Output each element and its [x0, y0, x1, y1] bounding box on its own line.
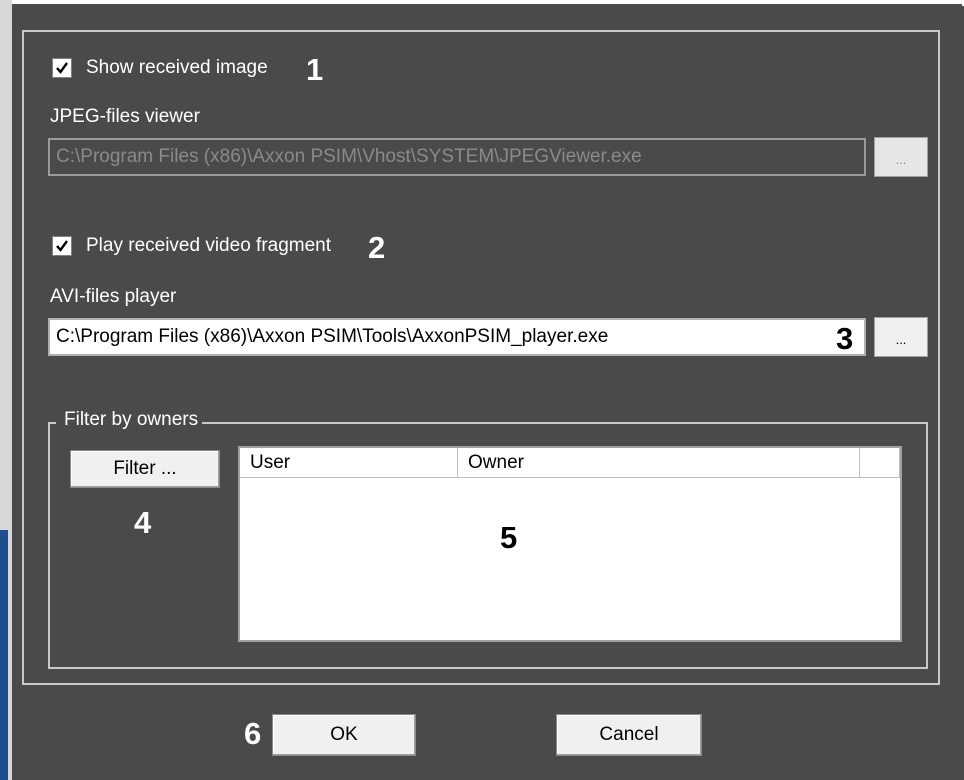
- checkmark-icon: [56, 240, 68, 252]
- show-image-label[interactable]: Show received image: [86, 57, 268, 79]
- owners-list[interactable]: User Owner: [238, 446, 902, 642]
- callout-6: 6: [244, 716, 262, 751]
- callout-3: 3: [836, 321, 854, 356]
- play-video-label[interactable]: Play received video fragment: [86, 235, 331, 257]
- column-header-user[interactable]: User: [240, 448, 458, 478]
- checkmark-icon: [56, 62, 68, 74]
- callout-4: 4: [134, 505, 152, 540]
- column-header-empty: [860, 448, 900, 478]
- list-header: User Owner: [240, 448, 900, 478]
- avi-player-path-field[interactable]: C:\Program Files (x86)\Axxon PSIM\Tools\…: [48, 318, 866, 356]
- callout-2: 2: [368, 230, 386, 265]
- callout-1: 1: [306, 52, 324, 87]
- jpeg-viewer-label: JPEG-files viewer: [50, 106, 200, 127]
- cancel-button[interactable]: Cancel: [556, 714, 702, 756]
- filter-button[interactable]: Filter ...: [70, 450, 220, 488]
- column-header-owner[interactable]: Owner: [458, 448, 860, 478]
- background-window-edge: [0, 530, 8, 780]
- play-video-checkbox[interactable]: [52, 236, 72, 256]
- avi-player-label: AVI-files player: [50, 286, 177, 307]
- jpeg-viewer-path-field[interactable]: C:\Program Files (x86)\Axxon PSIM\Vhost\…: [48, 138, 866, 176]
- avi-player-browse-button[interactable]: ...: [874, 317, 928, 357]
- filter-group-title: Filter by owners: [56, 409, 203, 431]
- callout-5: 5: [500, 520, 518, 555]
- show-image-checkbox[interactable]: [52, 58, 72, 78]
- jpeg-viewer-browse-button[interactable]: ...: [874, 137, 928, 177]
- ok-button[interactable]: OK: [272, 714, 416, 756]
